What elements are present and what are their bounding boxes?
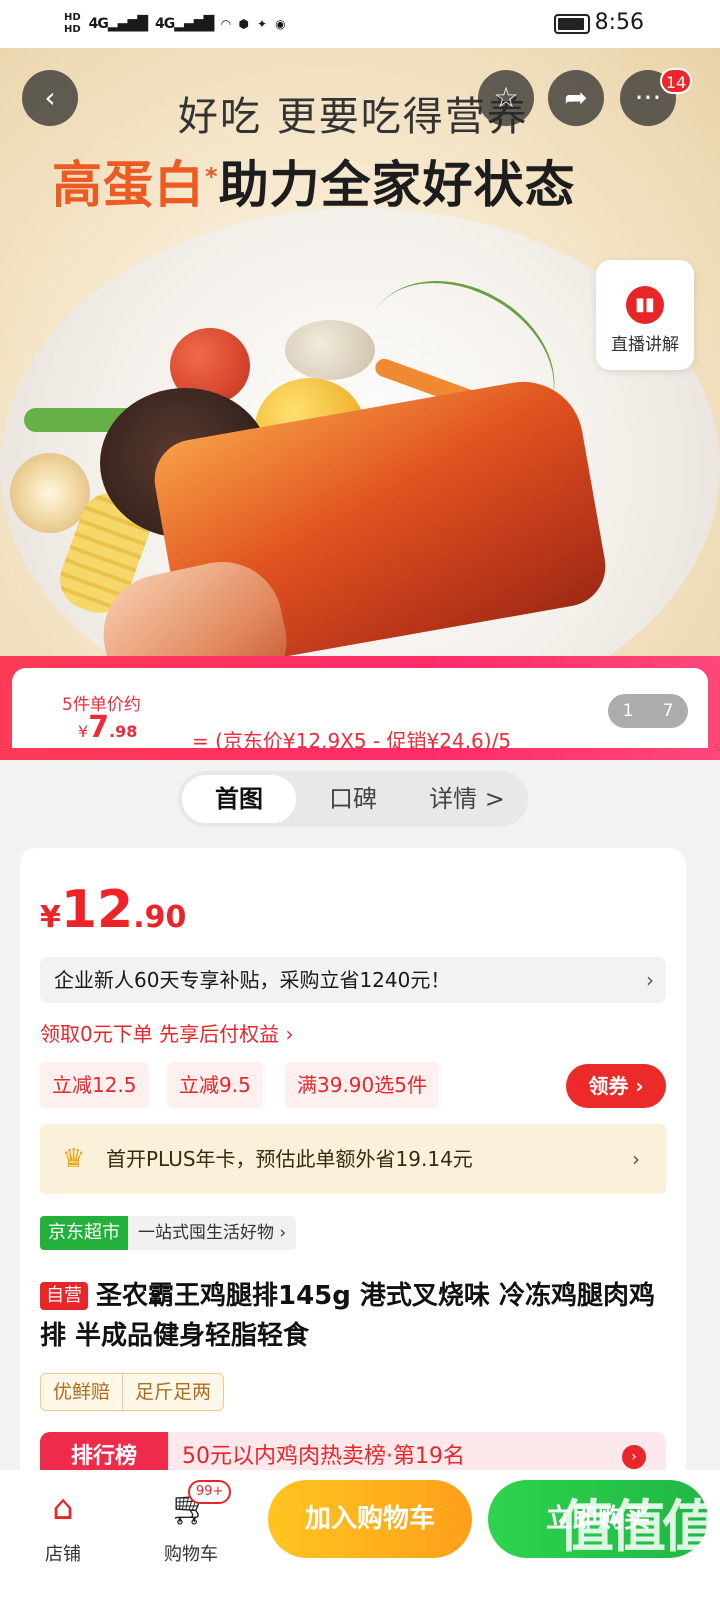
add-to-cart-button[interactable]: 加入购物车 — [268, 1480, 472, 1558]
price-currency: ¥ — [40, 900, 61, 935]
tab-details[interactable]: 详情 > — [410, 775, 524, 823]
app-icon: ⬢ — [238, 17, 250, 31]
price-int: 12 — [60, 880, 134, 940]
crown-icon: ♛ — [62, 1144, 86, 1174]
unit-price: ¥7.98 — [78, 710, 137, 745]
battery-icon — [554, 14, 590, 34]
back-button[interactable]: ‹ — [22, 70, 78, 126]
status-time: 8:56 — [594, 10, 644, 35]
headline-rest: 助力全家好状态 — [218, 156, 576, 214]
pager-current: 1 — [622, 701, 634, 721]
get-coupon-button[interactable]: 领券 › — [566, 1064, 666, 1108]
live-icon: ▮▮ — [626, 286, 664, 324]
live-label: 直播讲解 — [611, 335, 679, 355]
product-price: ¥12.90 — [40, 880, 186, 940]
service-tag-2: 足斤足两 — [135, 1381, 212, 1403]
app-icon-2: ✦ — [257, 17, 268, 31]
headline-highlight: 高蛋白 — [52, 156, 205, 214]
product-title-text: 圣农霸王鸡腿排145g 港式叉烧味 冷冻鸡腿肉鸡排 半成品健身轻脂轻食 — [40, 1281, 655, 1351]
enterprise-subsidy-banner[interactable]: 企业新人60天专享补贴，采购立省1240元！ › — [40, 957, 666, 1003]
jd-supermarket-tag[interactable]: 京东超市 一站式囤生活好物 › — [40, 1216, 297, 1250]
tab-bar: 首图 口碑 详情 > — [178, 771, 528, 827]
potato — [285, 320, 375, 380]
brand-label: 京东超市 — [40, 1216, 128, 1250]
discount-chip-3[interactable]: 满39.90选5件 — [285, 1062, 439, 1108]
service-tag-1: 优鲜赔 — [53, 1381, 111, 1403]
price-formula: = (京东价¥12.9X5 - 促销¥24.6)/5 — [192, 729, 512, 753]
chevron-left-icon: ‹ — [44, 81, 56, 114]
onion — [10, 453, 90, 533]
shop-icon: ⌂ — [52, 1488, 74, 1528]
cart-label: 购物车 — [164, 1544, 218, 1565]
tab-reviews[interactable]: 口碑 — [296, 775, 410, 823]
headline-mark: * — [205, 162, 219, 191]
promo-top-text: 满39.9选5件 — [383, 668, 501, 692]
hd-indicator: HD HD — [64, 12, 81, 36]
wifi-icon: ◠ — [221, 17, 231, 31]
notification-badge: 14 — [660, 68, 692, 94]
favorite-button[interactable]: ☆ — [478, 70, 534, 126]
unit-int: 7 — [88, 710, 110, 745]
more-icon: ··· — [634, 81, 662, 114]
cart-count-badge: 99+ — [188, 1480, 232, 1504]
hero-headline-1: 好吃 更要吃得营养 — [178, 94, 529, 140]
enterprise-text: 企业新人60天专享补贴，采购立省1240元！ — [54, 968, 451, 992]
image-pager: 1 7 — [608, 694, 688, 728]
shop-button[interactable]: ⌂ 店铺 — [18, 1486, 108, 1566]
chevron-right-icon: › — [622, 1445, 646, 1469]
watermark-logo: 值值值 — [558, 1495, 718, 1560]
wechat-icon: ◉ — [275, 17, 286, 31]
discount-chip-2[interactable]: 立减9.5 — [167, 1062, 263, 1108]
signal-4g-1: 4G▂▄▆█ — [88, 16, 148, 32]
hd2-label: HD — [64, 24, 81, 35]
tab-main-image[interactable]: 首图 — [182, 775, 296, 823]
signal-4g-2: 4G▂▄▆█ — [154, 16, 214, 32]
plus-membership-banner[interactable]: ♛ 首开PLUS年卡，预估此单额外省19.14元 › — [40, 1124, 666, 1194]
service-tags[interactable]: 优鲜赔 足斤足两 — [40, 1373, 225, 1411]
unit-currency: ¥ — [78, 722, 89, 741]
hd1-label: HD — [64, 12, 81, 23]
status-left: HD HD 4G▂▄▆█ 4G▂▄▆█ ◠ ⬢ ✦ ◉ — [64, 8, 286, 40]
pager-total: 7 — [662, 701, 674, 721]
watermark-url: zhizhizhi.com — [566, 1566, 681, 1586]
chevron-right-icon: › — [632, 1147, 640, 1171]
product-title: 自营 圣农霸王鸡腿排145g 港式叉烧味 冷冻鸡腿肉鸡排 半成品健身轻脂轻食 — [40, 1276, 670, 1356]
status-bar: HD HD 4G▂▄▆█ 4G▂▄▆█ ◠ ⬢ ✦ ◉ 8:56 — [0, 0, 720, 48]
shop-label: 店铺 — [45, 1544, 81, 1565]
self-operated-badge: 自营 — [40, 1282, 88, 1310]
share-icon: ➦ — [564, 81, 588, 114]
unit-dec: .98 — [109, 722, 138, 741]
star-icon: ☆ — [493, 81, 519, 114]
share-button[interactable]: ➦ — [548, 70, 604, 126]
brand-desc: 一站式囤生活好物 › — [128, 1216, 297, 1250]
hero-headline-2: 高蛋白*助力全家好状态 — [52, 145, 576, 217]
chevron-right-icon: › — [646, 968, 654, 992]
discount-chip-1[interactable]: 立减12.5 — [40, 1062, 149, 1108]
price-dec: .90 — [133, 900, 187, 935]
live-explain-button[interactable]: ▮▮ 直播讲解 — [596, 260, 694, 370]
pay-later-link[interactable]: 领取0元下单 先享后付权益 › — [40, 1018, 293, 1047]
plus-text: 首开PLUS年卡，预估此单额外省19.14元 — [106, 1147, 473, 1171]
